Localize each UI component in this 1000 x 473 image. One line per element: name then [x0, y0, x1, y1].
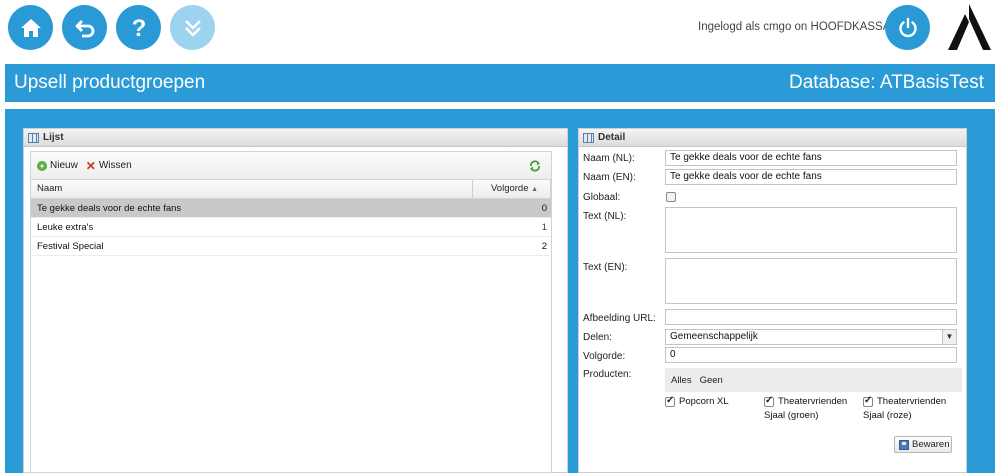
- column-header-volgorde[interactable]: Volgorde ▲: [473, 180, 551, 198]
- grid-icon: [28, 132, 39, 143]
- login-status: Ingelogd als cmgo on HOOFDKASSA: [698, 21, 891, 33]
- row-volgorde: 2: [541, 241, 547, 252]
- row-volgorde: 1: [541, 222, 547, 233]
- delen-label: Delen:: [583, 332, 612, 343]
- back-icon: [75, 19, 94, 37]
- product-label: Popcorn XL: [679, 396, 729, 407]
- table-row[interactable]: Te gekke deals voor de echte fans 0: [31, 199, 551, 218]
- row-volgorde: 0: [541, 203, 547, 214]
- producten-label: Producten:: [583, 369, 632, 380]
- list-panel-header: Lijst: [24, 129, 567, 147]
- detail-panel: Detail Naam (NL): Te gekke deals voor de…: [578, 128, 967, 473]
- producten-toolbar: Alles Geen: [665, 368, 962, 392]
- back-button[interactable]: [62, 5, 107, 50]
- delete-button[interactable]: ✕ Wissen: [85, 158, 132, 173]
- help-icon: ?: [131, 16, 146, 40]
- new-button-label: Nieuw: [50, 160, 78, 171]
- save-button-label: Bewaren: [912, 439, 950, 450]
- delen-select[interactable]: Gemeenschappelijk ▼: [665, 329, 957, 345]
- power-icon: [898, 17, 917, 37]
- new-button[interactable]: + Nieuw: [37, 160, 78, 171]
- table-row[interactable]: Leuke extra's 1: [31, 218, 551, 237]
- column-header-naam[interactable]: Naam: [31, 180, 473, 198]
- delen-select-value: Gemeenschappelijk: [670, 331, 758, 342]
- list-toolbar: + Nieuw ✕ Wissen: [31, 152, 551, 180]
- table-header: Naam Volgorde ▲: [31, 180, 551, 199]
- logout-button[interactable]: [885, 5, 930, 50]
- product-checkbox[interactable]: [764, 395, 774, 407]
- list-panel-title: Lijst: [43, 132, 64, 143]
- text-en-label: Text (EN):: [583, 262, 628, 273]
- table-row[interactable]: Festival Special 2: [31, 237, 551, 256]
- product-label: Theatervrienden Sjaal (groen): [764, 396, 848, 421]
- text-en-textarea[interactable]: [665, 258, 957, 304]
- save-disk-icon: [899, 439, 909, 450]
- refresh-icon[interactable]: [529, 160, 541, 172]
- volgorde-label: Volgorde:: [583, 351, 626, 362]
- product-label: Theatervrienden Sjaal (roze): [863, 396, 947, 421]
- sort-asc-icon: ▲: [531, 186, 539, 193]
- globaal-checkbox[interactable]: [666, 192, 676, 202]
- chevron-down-icon[interactable]: ▼: [942, 330, 956, 344]
- home-button[interactable]: [8, 5, 53, 50]
- select-none-link[interactable]: Geen: [700, 375, 723, 386]
- product-checkbox[interactable]: [665, 395, 675, 407]
- expand-button[interactable]: [170, 5, 215, 50]
- detail-panel-header: Detail: [579, 129, 966, 147]
- row-naam: Te gekke deals voor de echte fans: [37, 203, 182, 214]
- afbeelding-url-field[interactable]: [665, 309, 957, 325]
- naam-nl-label: Naam (NL):: [583, 153, 635, 164]
- svg-text:?: ?: [131, 16, 146, 40]
- delete-icon: ✕: [85, 158, 96, 173]
- globaal-label: Globaal:: [583, 192, 621, 203]
- product-checkbox[interactable]: [863, 395, 873, 407]
- afbeelding-url-label: Afbeelding URL:: [583, 313, 656, 324]
- list-panel: Lijst + Nieuw ✕ Wissen Naam Volgorde ▲ T…: [23, 128, 568, 473]
- save-button[interactable]: Bewaren: [894, 436, 952, 453]
- naam-en-field[interactable]: Te gekke deals voor de echte fans: [665, 169, 957, 185]
- delete-button-label: Wissen: [98, 160, 132, 171]
- database-label: Database: ATBasisTest: [788, 72, 984, 93]
- select-all-link[interactable]: Alles: [671, 375, 692, 386]
- page-header: Upsell productgroepen Database: ATBasisT…: [5, 64, 995, 102]
- brand-logo-icon: [948, 4, 991, 50]
- row-naam: Festival Special: [37, 241, 104, 252]
- help-button[interactable]: ?: [116, 5, 161, 50]
- volgorde-field[interactable]: 0: [665, 347, 957, 363]
- naam-nl-field[interactable]: Te gekke deals voor de echte fans: [665, 150, 957, 166]
- row-naam: Leuke extra's: [37, 222, 94, 233]
- text-nl-label: Text (NL):: [583, 211, 627, 222]
- grid-icon: [583, 132, 594, 143]
- top-bar: ? Ingelogd als cmgo on HOOFDKASSA: [0, 0, 1000, 58]
- detail-panel-title: Detail: [598, 132, 626, 143]
- naam-en-label: Naam (EN):: [583, 172, 636, 183]
- plus-icon: +: [37, 160, 47, 171]
- home-icon: [20, 18, 41, 37]
- list-grid: + Nieuw ✕ Wissen Naam Volgorde ▲ Te gekk…: [30, 151, 552, 473]
- text-nl-textarea[interactable]: [665, 207, 957, 253]
- expand-down-icon: [184, 19, 201, 37]
- page-title: Upsell productgroepen: [14, 72, 206, 93]
